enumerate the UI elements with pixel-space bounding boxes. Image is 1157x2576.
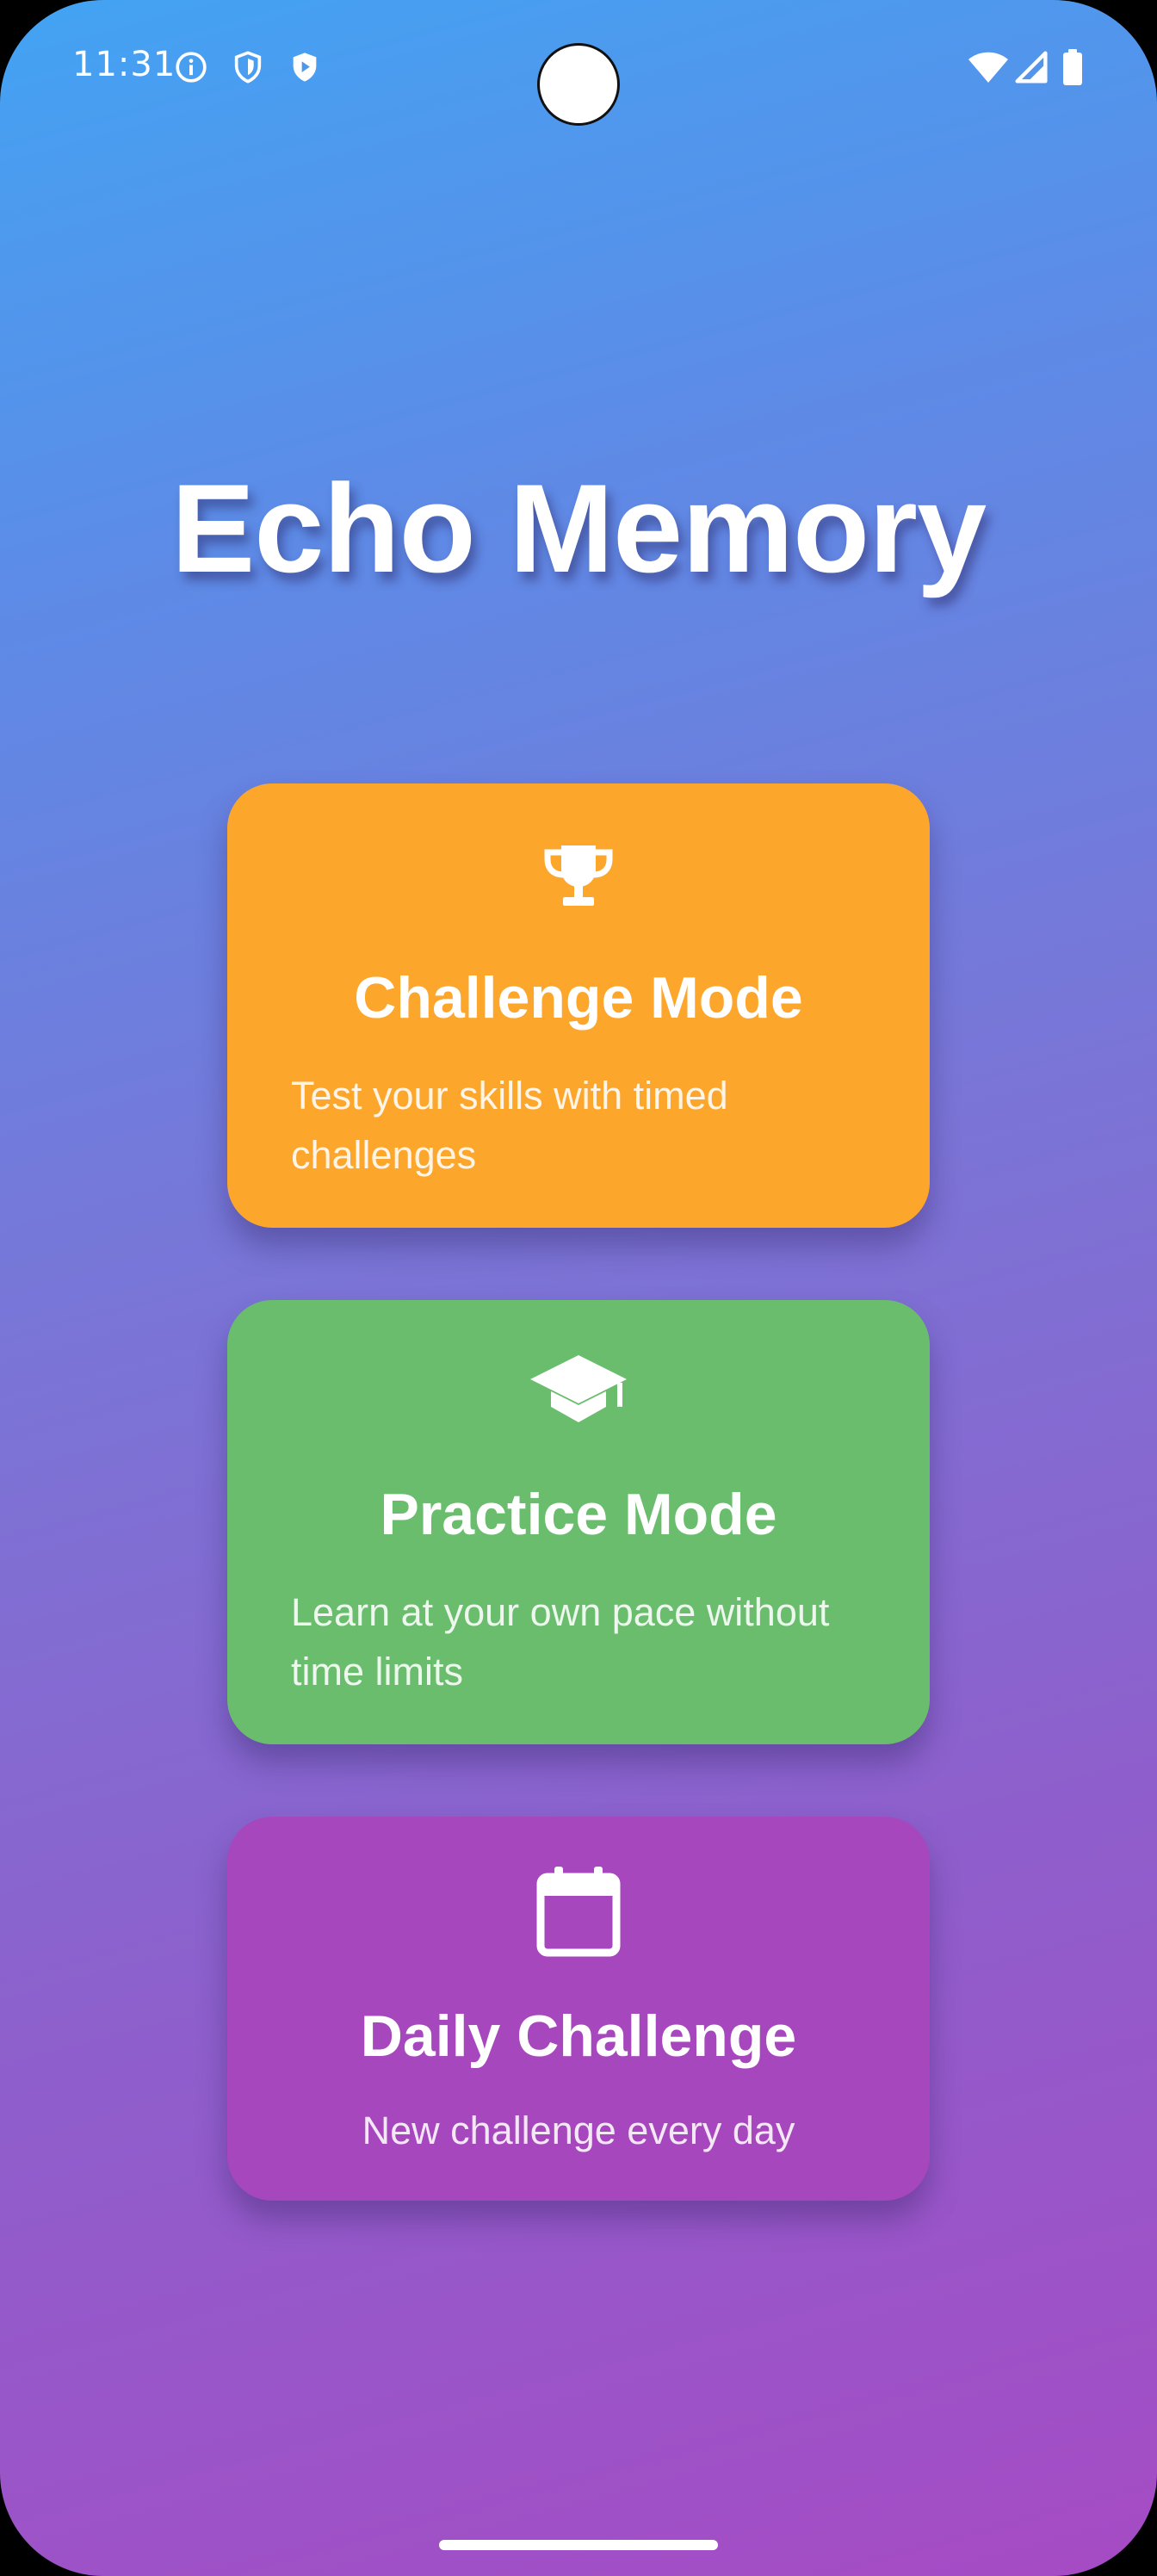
info-icon — [176, 52, 207, 83]
home-indicator[interactable] — [439, 2540, 718, 2550]
graduation-cap-icon — [530, 1355, 627, 1422]
cellular-signal-icon — [1015, 51, 1048, 84]
status-time: 11:31 — [72, 45, 176, 84]
daily-challenge-card[interactable]: Daily Challenge New challenge every day — [227, 1817, 930, 2201]
trophy-icon — [544, 845, 613, 906]
wifi-icon — [968, 52, 1008, 83]
app-title: Echo Memory — [170, 458, 987, 598]
challenge-mode-description: Test your skills with timed challenges — [291, 1074, 728, 1177]
play-shield-icon — [293, 53, 317, 82]
challenge-mode-card[interactable]: Challenge Mode Test your skills with tim… — [227, 783, 930, 1228]
practice-mode-title: Practice Mode — [380, 1482, 777, 1547]
calendar-icon — [536, 1867, 621, 1957]
front-camera — [537, 43, 620, 126]
challenge-mode-title: Challenge Mode — [354, 965, 803, 1031]
battery-icon — [1063, 49, 1082, 85]
app-screen: 11:31 Echo Memory Challenge Mode Test yo… — [0, 0, 1157, 2576]
status-bar: 11:31 — [0, 0, 1157, 138]
practice-mode-card[interactable]: Practice Mode Learn at your own pace wit… — [227, 1300, 930, 1744]
shield-icon — [234, 51, 262, 84]
daily-challenge-title: Daily Challenge — [360, 2003, 797, 2069]
daily-challenge-description: New challenge every day — [362, 2108, 795, 2152]
practice-mode-description: Learn at your own pace without time limi… — [291, 1590, 830, 1694]
